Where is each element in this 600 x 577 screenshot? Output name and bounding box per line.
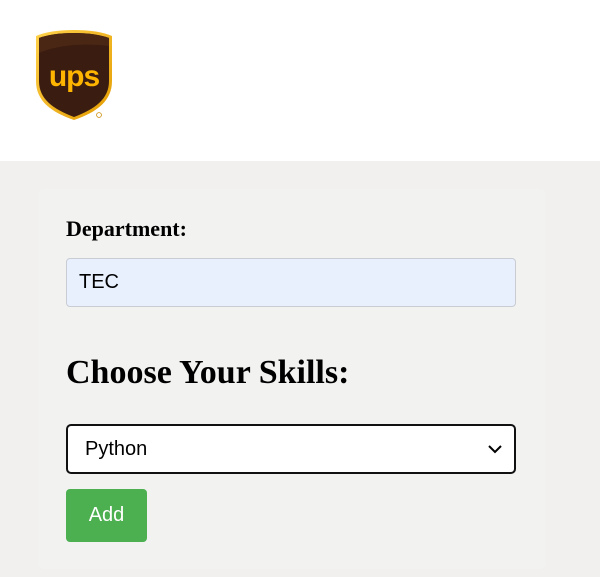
ups-logo: ups [36,30,112,120]
department-input[interactable] [66,258,516,307]
skills-select[interactable]: Python [66,424,516,474]
department-label: Department: [66,216,187,241]
skills-selected-value: Python [85,437,148,460]
page-header: ups [0,0,600,161]
skills-heading: Choose Your Skills: [66,354,350,391]
logo-text: ups [49,60,100,93]
add-button[interactable]: Add [66,489,147,542]
chevron-down-icon [488,445,502,454]
